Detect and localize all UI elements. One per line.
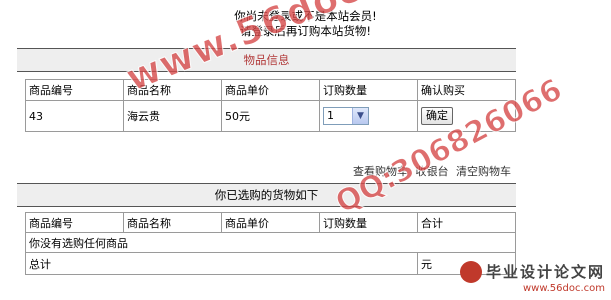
product-table-header: 商品编号 商品名称 商品单价 订购数量 确认购买 [25, 79, 516, 101]
cart-links: 查看购物车 收银台 清空购物车 [349, 163, 511, 179]
cart-header-product-id: 商品编号 [25, 212, 124, 233]
clear-cart-link[interactable]: 清空购物车 [456, 165, 511, 178]
login-notice-line2: 请登录后再订购本站货物! [239, 24, 372, 38]
quantity-cell: 1 ▼ [319, 100, 418, 132]
cart-header-subtotal: 合计 [417, 212, 516, 233]
product-table: 商品编号 商品名称 商品单价 订购数量 确认购买 43 海云贵 50元 1 ▼ … [25, 79, 516, 132]
product-id: 43 [25, 100, 124, 132]
brand-url: www.56doc.com [522, 283, 605, 294]
cart-total-row: 总计 元 [25, 252, 516, 275]
confirm-button[interactable]: 确定 [421, 107, 453, 125]
login-notice-line1: 你尚未登录或不是本站会员! [234, 9, 377, 23]
header-product-id: 商品编号 [25, 79, 124, 101]
cart-table-header: 商品编号 商品名称 商品单价 订购数量 合计 [25, 212, 516, 233]
confirm-cell: 确定 [417, 100, 516, 132]
cart-header-product-name: 商品名称 [123, 212, 222, 233]
cart-table: 商品编号 商品名称 商品单价 订购数量 合计 你没有选购任何商品 总计 元 [25, 212, 516, 275]
cart-header-quantity: 订购数量 [319, 212, 418, 233]
product-name: 海云贵 [123, 100, 222, 132]
header-quantity: 订购数量 [319, 79, 418, 101]
cart-empty-row: 你没有选购任何商品 [25, 232, 516, 253]
cart-empty-message: 你没有选购任何商品 [25, 232, 516, 253]
quantity-select[interactable]: 1 ▼ [323, 107, 369, 125]
view-cart-link[interactable]: 查看购物车 [353, 165, 408, 178]
cart-section-title: 你已选购的货物如下 [17, 183, 516, 207]
product-price: 50元 [221, 100, 320, 132]
header-confirm: 确认购买 [417, 79, 516, 101]
cart-header-unit-price: 商品单价 [221, 212, 320, 233]
header-unit-price: 商品单价 [221, 79, 320, 101]
checkout-link[interactable]: 收银台 [416, 165, 449, 178]
product-row: 43 海云贵 50元 1 ▼ 确定 [25, 100, 516, 132]
login-notice: 你尚未登录或不是本站会员! 请登录后再订购本站货物! [0, 9, 611, 39]
cart-total-value: 元 [417, 252, 516, 275]
cart-total-label: 总计 [25, 252, 418, 275]
chevron-down-icon[interactable]: ▼ [352, 108, 368, 124]
header-product-name: 商品名称 [123, 79, 222, 101]
product-section-title: 物品信息 [17, 48, 516, 72]
quantity-value: 1 [327, 109, 334, 122]
